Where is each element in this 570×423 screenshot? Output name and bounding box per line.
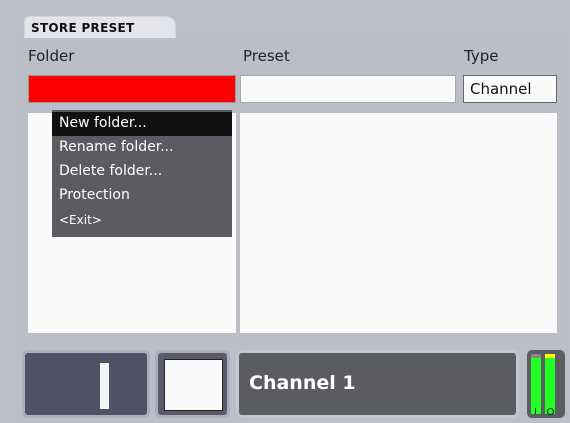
meter-input-icon bbox=[535, 408, 536, 414]
menu-item-label: Delete folder... bbox=[59, 163, 163, 179]
select-button[interactable] bbox=[155, 350, 230, 418]
store-preset-window: Store Preset Folder Preset Type Channel … bbox=[0, 0, 570, 423]
menu-item-label: Protection bbox=[59, 187, 130, 203]
preset-column-header: Preset bbox=[243, 47, 290, 65]
tab-label: Store Preset bbox=[31, 21, 135, 35]
menu-item-label: New folder... bbox=[59, 115, 147, 131]
menu-item-delete-folder[interactable]: Delete folder... bbox=[52, 160, 232, 184]
type-value: Channel bbox=[470, 80, 532, 98]
select-indicator bbox=[164, 359, 223, 411]
meter-output-icon bbox=[547, 408, 554, 415]
type-field[interactable]: Channel bbox=[463, 75, 557, 103]
menu-item-rename-folder[interactable]: Rename folder... bbox=[52, 136, 232, 160]
channel-label: Channel 1 bbox=[249, 372, 356, 394]
meter-bar-right bbox=[545, 358, 555, 414]
menu-item-protection[interactable]: Protection bbox=[52, 184, 232, 208]
folder-name-field[interactable] bbox=[28, 75, 236, 103]
fader-indicator-icon bbox=[100, 363, 109, 409]
menu-item-exit[interactable]: <Exit> bbox=[52, 208, 232, 232]
folder-context-menu: New folder... Rename folder... Delete fo… bbox=[52, 110, 232, 237]
menu-item-new-folder[interactable]: New folder... bbox=[52, 112, 232, 136]
channel-display: Channel 1 bbox=[236, 350, 519, 418]
fader-button[interactable] bbox=[22, 350, 150, 418]
type-column-header: Type bbox=[464, 47, 499, 65]
meter-bar-left bbox=[531, 358, 541, 414]
folder-column-header: Folder bbox=[28, 47, 75, 65]
preset-name-field[interactable] bbox=[240, 75, 456, 103]
menu-item-label: Rename folder... bbox=[59, 139, 174, 155]
preset-list[interactable] bbox=[240, 113, 557, 333]
menu-item-label: <Exit> bbox=[59, 213, 102, 227]
level-meter bbox=[527, 350, 565, 418]
